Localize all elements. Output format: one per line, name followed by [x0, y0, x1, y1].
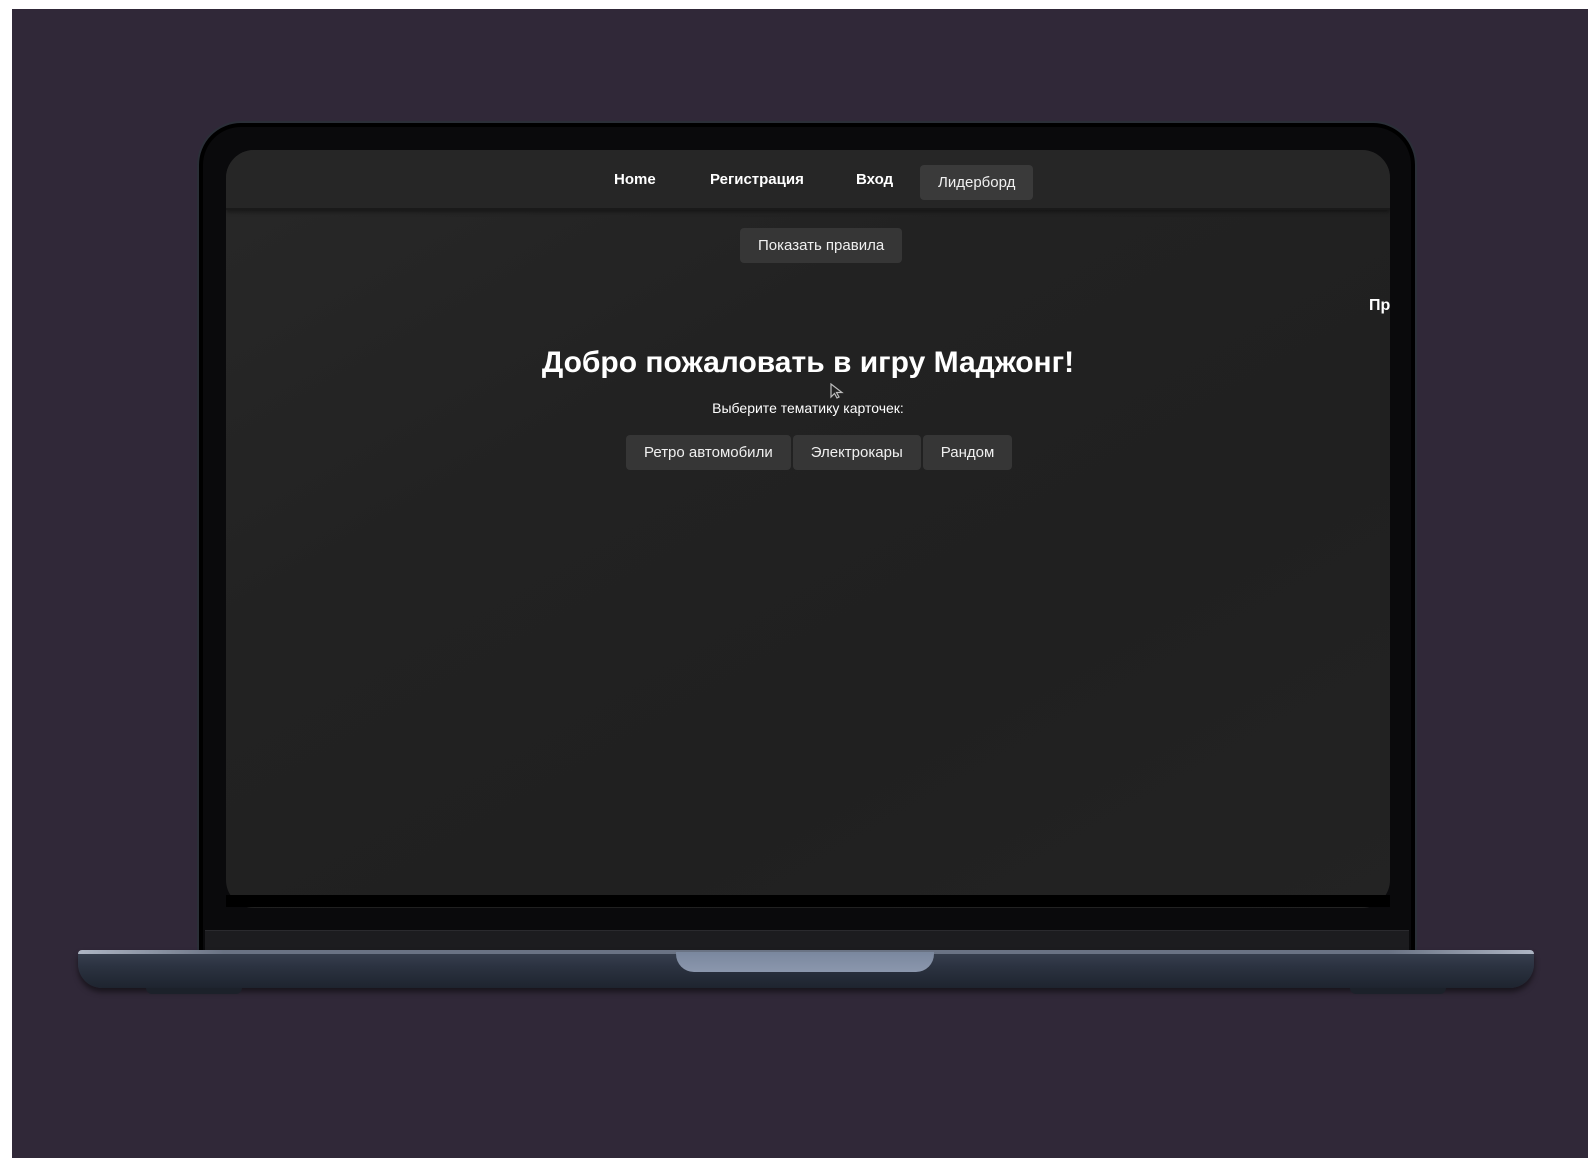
laptop-foot-right: [1350, 988, 1446, 994]
theme-electric-cars-button[interactable]: Электрокары: [792, 435, 921, 470]
nav-home-link[interactable]: Home: [614, 171, 656, 188]
nav-login-link[interactable]: Вход: [856, 171, 893, 188]
page-title: Добро пожаловать в игру Маджонг!: [541, 346, 1075, 379]
theme-button-group: Ретро автомобили Электрокары Рандом: [626, 435, 1013, 470]
mouse-cursor-icon: [830, 383, 844, 399]
theme-retro-cars-button[interactable]: Ретро автомобили: [626, 435, 791, 470]
nav-register-link[interactable]: Регистрация: [710, 171, 804, 188]
theme-random-button[interactable]: Рандом: [922, 435, 1013, 470]
laptop-screen: Home Регистрация Вход Лидерборд Показать…: [226, 150, 1390, 908]
screen-bezel-bottom: [226, 895, 1390, 907]
laptop-foot-left: [146, 988, 242, 994]
laptop-open-notch: [676, 952, 934, 972]
nav-leaderboard-button[interactable]: Лидерборд: [920, 165, 1034, 200]
navbar: Home Регистрация Вход Лидерборд: [226, 150, 1390, 210]
theme-prompt: Выберите тематику карточек:: [712, 400, 904, 416]
clipped-side-text: Пр: [1369, 297, 1390, 314]
laptop-base: [78, 950, 1534, 988]
show-rules-button[interactable]: Показать правила: [740, 228, 903, 263]
